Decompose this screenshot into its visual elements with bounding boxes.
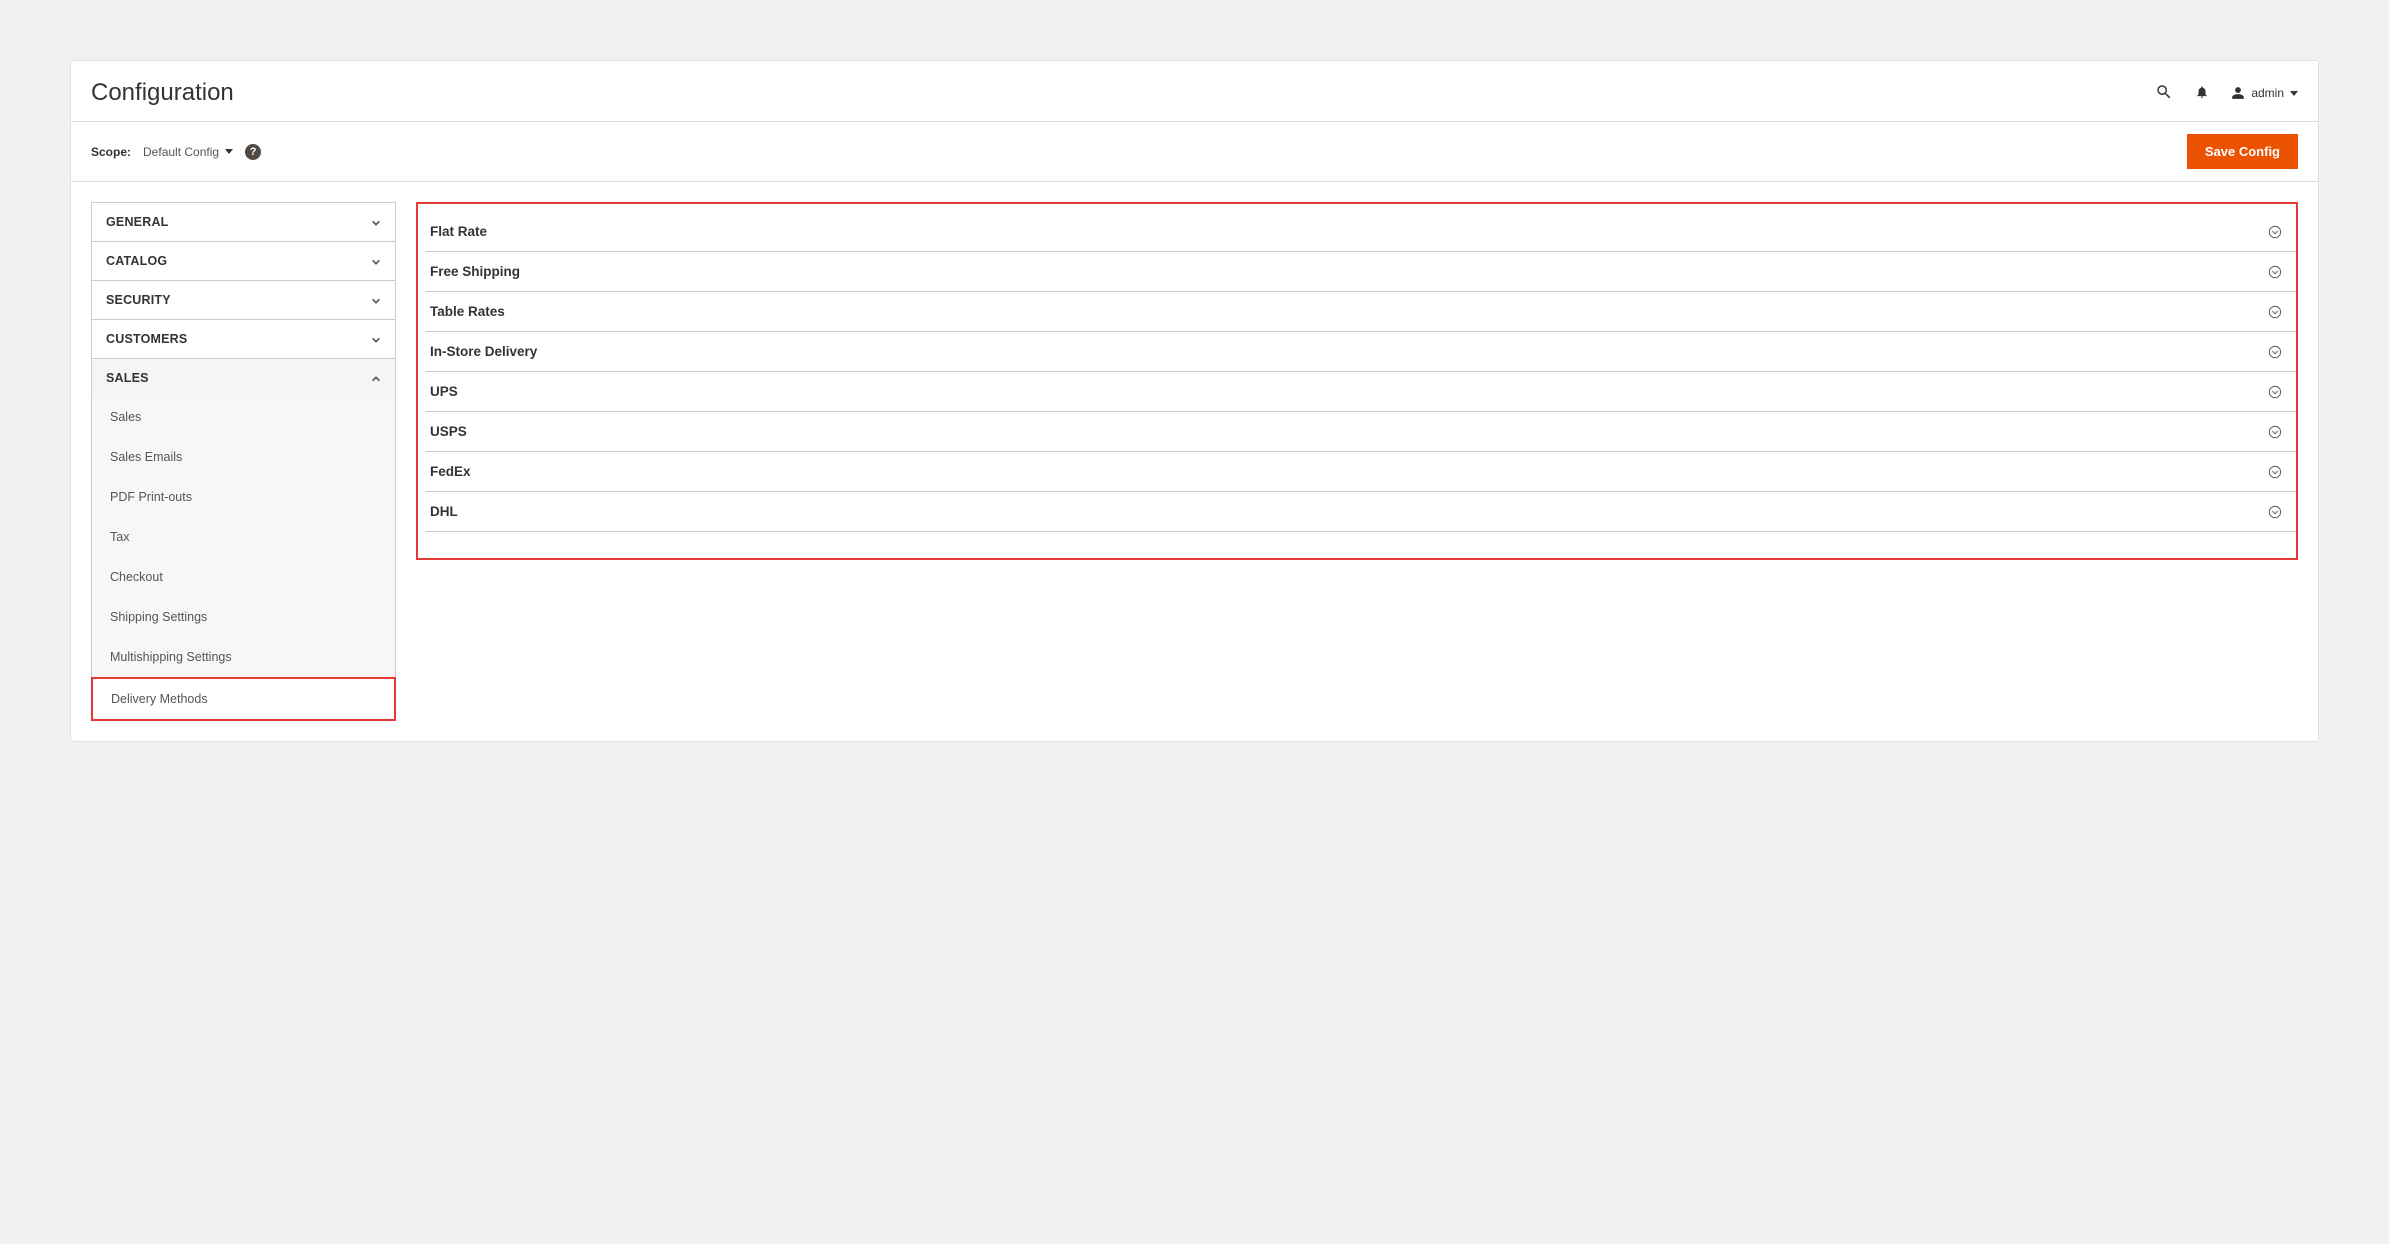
header: Configuration admin — [71, 61, 2318, 121]
caret-down-icon — [2290, 91, 2298, 96]
subitem-sales-emails[interactable]: Sales Emails — [92, 437, 395, 477]
subitem-checkout[interactable]: Checkout — [92, 557, 395, 597]
save-config-button[interactable]: Save Config — [2187, 134, 2298, 169]
expand-icon — [2268, 425, 2282, 439]
help-icon[interactable]: ? — [245, 144, 261, 160]
method-dhl[interactable]: DHL — [426, 492, 2296, 532]
chevron-down-icon — [371, 217, 381, 227]
subitem-sales[interactable]: Sales — [92, 397, 395, 437]
chevron-down-icon — [371, 334, 381, 344]
nav-section-security[interactable]: SECURITY — [91, 280, 396, 319]
nav-label: CATALOG — [106, 254, 167, 268]
method-usps[interactable]: USPS — [426, 412, 2296, 452]
method-label: UPS — [430, 384, 458, 399]
method-label: USPS — [430, 424, 467, 439]
caret-down-icon — [225, 149, 233, 154]
admin-menu[interactable]: admin — [2231, 86, 2298, 100]
method-flat-rate[interactable]: Flat Rate — [426, 212, 2296, 252]
expand-icon — [2268, 385, 2282, 399]
method-label: DHL — [430, 504, 458, 519]
nav-section-catalog[interactable]: CATALOG — [91, 241, 396, 280]
nav-label: SALES — [106, 371, 149, 385]
method-label: In-Store Delivery — [430, 344, 537, 359]
subitem-pdf-printouts[interactable]: PDF Print-outs — [92, 477, 395, 517]
scope-bar: Scope: Default Config ? Save Config — [71, 121, 2318, 182]
nav-section-sales[interactable]: SALES — [91, 358, 396, 397]
scope-left: Scope: Default Config ? — [91, 144, 261, 160]
expand-icon — [2268, 345, 2282, 359]
method-label: FedEx — [430, 464, 471, 479]
method-label: Free Shipping — [430, 264, 520, 279]
delivery-methods-frame: Flat Rate Free Shipping Table Rates In-S… — [416, 202, 2298, 560]
method-table-rates[interactable]: Table Rates — [426, 292, 2296, 332]
search-icon[interactable] — [2155, 83, 2173, 104]
method-in-store-delivery[interactable]: In-Store Delivery — [426, 332, 2296, 372]
body: GENERAL CATALOG SECURITY CUSTOMERS SALES… — [71, 182, 2318, 741]
notifications-icon[interactable] — [2195, 85, 2209, 102]
expand-icon — [2268, 465, 2282, 479]
page-title: Configuration — [91, 79, 234, 107]
method-fedex[interactable]: FedEx — [426, 452, 2296, 492]
header-actions: admin — [2155, 83, 2298, 104]
expand-icon — [2268, 305, 2282, 319]
subitem-multishipping-settings[interactable]: Multishipping Settings — [92, 637, 395, 677]
chevron-down-icon — [371, 295, 381, 305]
subitem-shipping-settings[interactable]: Shipping Settings — [92, 597, 395, 637]
sidebar: GENERAL CATALOG SECURITY CUSTOMERS SALES… — [71, 202, 396, 721]
scope-select[interactable]: Default Config — [143, 145, 233, 159]
chevron-down-icon — [371, 256, 381, 266]
expand-icon — [2268, 225, 2282, 239]
method-free-shipping[interactable]: Free Shipping — [426, 252, 2296, 292]
config-panel: Configuration admin Scope: Default Confi… — [70, 60, 2319, 742]
scope-label: Scope: — [91, 145, 131, 159]
chevron-up-icon — [371, 373, 381, 383]
method-label: Table Rates — [430, 304, 505, 319]
user-icon — [2231, 86, 2245, 100]
sales-subitems: Sales Sales Emails PDF Print-outs Tax Ch… — [91, 397, 396, 721]
expand-icon — [2268, 505, 2282, 519]
content: Flat Rate Free Shipping Table Rates In-S… — [396, 202, 2298, 560]
nav-section-general[interactable]: GENERAL — [91, 202, 396, 241]
method-ups[interactable]: UPS — [426, 372, 2296, 412]
nav-section-customers[interactable]: CUSTOMERS — [91, 319, 396, 358]
nav-label: GENERAL — [106, 215, 169, 229]
nav-label: CUSTOMERS — [106, 332, 187, 346]
admin-label: admin — [2251, 86, 2284, 100]
subitem-tax[interactable]: Tax — [92, 517, 395, 557]
scope-value: Default Config — [143, 145, 219, 159]
expand-icon — [2268, 265, 2282, 279]
nav-label: SECURITY — [106, 293, 171, 307]
method-label: Flat Rate — [430, 224, 487, 239]
subitem-delivery-methods[interactable]: Delivery Methods — [91, 677, 396, 721]
